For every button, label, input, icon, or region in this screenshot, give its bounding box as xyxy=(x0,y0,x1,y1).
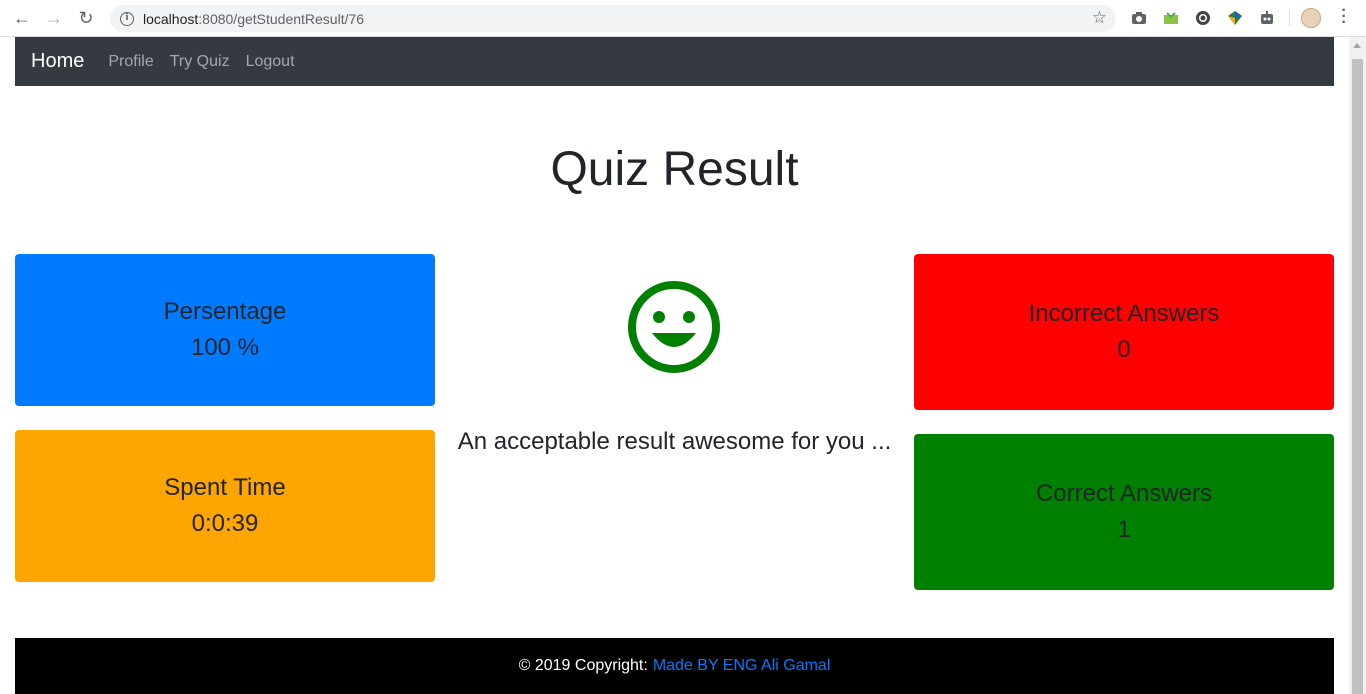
robot-extension-icon[interactable] xyxy=(1258,9,1276,27)
result-message: An acceptable result awesome for you ... xyxy=(457,428,892,455)
toolbar-separator xyxy=(1289,10,1290,26)
incorrect-answers-value: 0 xyxy=(1117,336,1131,363)
url-text[interactable]: localhost:8080/getStudentResult/76 xyxy=(143,11,364,27)
nav-brand-home[interactable]: Home xyxy=(31,50,84,73)
smiley-icon xyxy=(628,281,720,373)
correct-answers-value: 1 xyxy=(1117,516,1131,543)
menu-kebab-icon[interactable]: · · · xyxy=(1336,3,1352,31)
percentage-card: Persentage 100 % xyxy=(15,254,435,406)
forward-button[interactable]: → xyxy=(38,2,70,34)
browser-toolbar: ← → ↻ i localhost:8080/getStudentResult/… xyxy=(0,0,1366,37)
spent-time-value: 0:0:39 xyxy=(191,510,259,537)
correct-answers-card: Correct Answers 1 xyxy=(914,434,1334,590)
nav-link-logout[interactable]: Logout xyxy=(246,53,295,71)
bookmark-star-icon[interactable]: ☆ xyxy=(1092,8,1107,28)
address-bar[interactable]: i localhost:8080/getStudentResult/76 ☆ xyxy=(110,5,1116,32)
correct-answers-label: Correct Answers xyxy=(1035,480,1213,507)
percentage-label: Persentage xyxy=(163,298,287,325)
incorrect-answers-card: Incorrect Answers 0 xyxy=(914,254,1334,410)
footer-copyright: © 2019 Copyright: xyxy=(518,657,648,674)
reload-button[interactable]: ↻ xyxy=(70,2,102,34)
spent-time-label: Spent Time xyxy=(164,474,286,501)
footer-author-link[interactable]: Made BY ENG Ali Gamal xyxy=(653,657,831,675)
page-title: Quiz Result xyxy=(550,143,799,196)
nav-link-try-quiz[interactable]: Try Quiz xyxy=(170,53,230,71)
forward-icon: → xyxy=(45,7,63,28)
page-scrollbar[interactable] xyxy=(1349,37,1366,694)
spent-time-card: Spent Time 0:0:39 xyxy=(15,430,435,582)
footer: © 2019 Copyright: Made BY ENG Ali Gamal xyxy=(15,638,1334,694)
back-button[interactable]: ← xyxy=(6,2,38,34)
profile-avatar[interactable] xyxy=(1301,8,1321,28)
github-extension-icon[interactable] xyxy=(1194,9,1212,27)
scrollbar-thumb[interactable] xyxy=(1352,59,1363,694)
reload-icon: ↻ xyxy=(78,7,94,28)
info-icon[interactable]: i xyxy=(120,11,134,26)
navbar: Home Profile Try Quiz Logout xyxy=(15,37,1334,86)
nav-link-profile[interactable]: Profile xyxy=(108,53,153,71)
back-icon: ← xyxy=(13,7,31,28)
gem-extension-icon[interactable] xyxy=(1226,9,1244,27)
scroll-up-arrow-icon[interactable] xyxy=(1353,43,1361,48)
inbox-extension-icon[interactable] xyxy=(1162,9,1180,27)
camera-extension-icon[interactable] xyxy=(1130,9,1148,27)
incorrect-answers-label: Incorrect Answers xyxy=(1028,300,1220,327)
percentage-value: 100 % xyxy=(190,334,260,361)
